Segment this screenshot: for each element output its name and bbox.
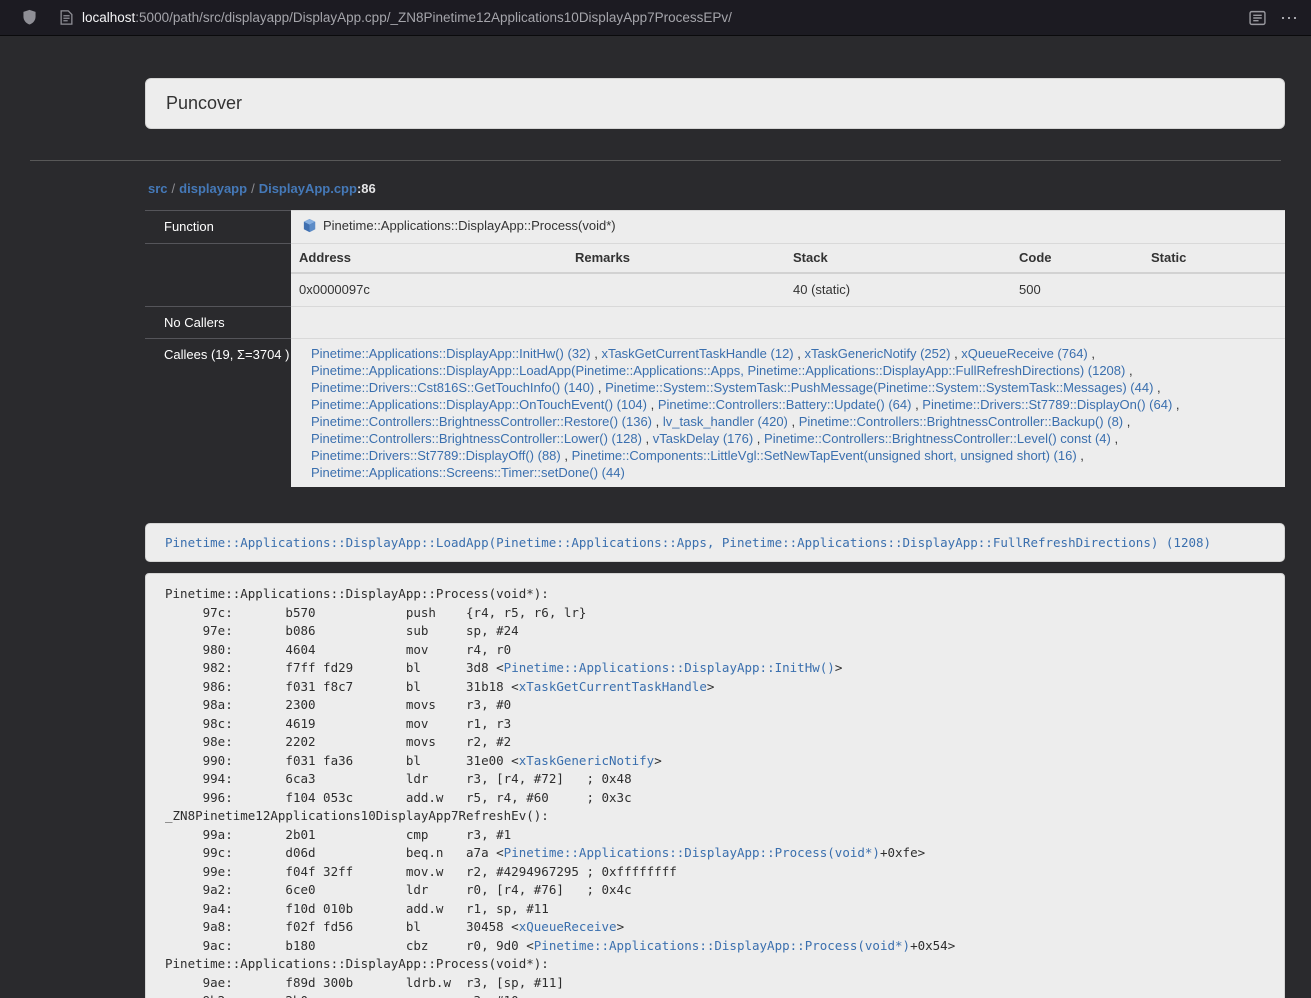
callee-link[interactable]: xQueueReceive (764) — [961, 346, 1087, 361]
callee-link[interactable]: Pinetime::Controllers::BrightnessControl… — [764, 431, 1111, 446]
row-label-callees: Callees (19, Σ=3704 ) — [145, 339, 291, 488]
callee-link[interactable]: Pinetime::Components::LittleVgl::SetNewT… — [572, 448, 1077, 463]
stats-value-row: 0x0000097c 40 (static) 500 — [291, 273, 1285, 306]
breadcrumb-separator: / — [168, 181, 180, 196]
stats-header-static: Static — [1143, 244, 1285, 273]
browser-toolbar: localhost:5000/path/src/displayapp/Displ… — [0, 0, 1311, 36]
page-title: Puncover — [166, 93, 242, 113]
selected-callee-panel: Pinetime::Applications::DisplayApp::Load… — [145, 523, 1285, 562]
row-label-stats — [145, 244, 291, 307]
disassembly-panel: Pinetime::Applications::DisplayApp::Proc… — [145, 573, 1285, 998]
callee-link[interactable]: Pinetime::Drivers::St7789::DisplayOn() (… — [922, 397, 1172, 412]
callee-link[interactable]: Pinetime::System::SystemTask::PushMessag… — [605, 380, 1153, 395]
url-path[interactable]: :5000/path/src/displayapp/DisplayApp.cpp… — [135, 10, 732, 25]
function-symbol-icon — [302, 218, 317, 237]
callee-link[interactable]: Pinetime::Applications::DisplayApp::Init… — [311, 346, 591, 361]
disassembly-symbol-link[interactable]: xTaskGenericNotify — [519, 753, 654, 768]
function-row: Function Pinetime::Applications::Display… — [145, 211, 1285, 244]
callee-link[interactable]: Pinetime::Applications::DisplayApp::OnTo… — [311, 397, 647, 412]
callees-row: Callees (19, Σ=3704 ) Pinetime::Applicat… — [145, 339, 1285, 488]
function-table: Function Pinetime::Applications::Display… — [145, 210, 1285, 487]
callee-link[interactable]: Pinetime::Controllers::BrightnessControl… — [311, 431, 642, 446]
breadcrumb-separator: / — [247, 181, 259, 196]
stats-value-stack: 40 (static) — [785, 273, 1011, 306]
callee-link[interactable]: lv_task_handler (420) — [663, 414, 788, 429]
stats-value-static — [1143, 273, 1285, 306]
function-symbol: Pinetime::Applications::DisplayApp::Proc… — [323, 218, 616, 233]
callee-link[interactable]: xTaskGenericNotify (252) — [805, 346, 951, 361]
stats-header-address: Address — [291, 244, 567, 273]
no-callers-cell — [291, 307, 1285, 339]
callee-link[interactable]: Pinetime::Drivers::Cst816S::GetTouchInfo… — [311, 380, 594, 395]
callee-link[interactable]: Pinetime::Applications::Screens::Timer::… — [311, 465, 625, 480]
screen: localhost:5000/path/src/displayapp/Displ… — [0, 0, 1311, 998]
function-symbol-cell: Pinetime::Applications::DisplayApp::Proc… — [291, 211, 1285, 244]
divider — [30, 160, 1281, 161]
stats-header-remarks: Remarks — [567, 244, 785, 273]
page-info-icon[interactable] — [60, 10, 73, 25]
disassembly-symbol-link[interactable]: Pinetime::Applications::DisplayApp::Proc… — [504, 845, 880, 860]
callee-link[interactable]: Pinetime::Controllers::BrightnessControl… — [799, 414, 1123, 429]
callee-link[interactable]: Pinetime::Controllers::BrightnessControl… — [311, 414, 652, 429]
breadcrumb-line-number: :86 — [357, 181, 376, 196]
breadcrumb-link-file[interactable]: DisplayApp.cpp — [259, 181, 357, 196]
callee-link[interactable]: Pinetime::Controllers::Battery::Update()… — [658, 397, 912, 412]
callee-link[interactable]: Pinetime::Drivers::St7789::DisplayOff() … — [311, 448, 561, 463]
callee-link[interactable]: xTaskGetCurrentTaskHandle (12) — [601, 346, 793, 361]
breadcrumb-link-displayapp[interactable]: displayapp — [179, 181, 247, 196]
stats-cell: Address Remarks Stack Code Static 0x0000… — [291, 244, 1285, 307]
selected-callee-link[interactable]: Pinetime::Applications::DisplayApp::Load… — [165, 535, 1211, 550]
breadcrumb: src/displayapp/DisplayApp.cpp:86 — [148, 181, 376, 196]
stats-value-address: 0x0000097c — [291, 273, 567, 306]
disassembly-symbol-link[interactable]: xQueueReceive — [519, 919, 617, 934]
callees-list: Pinetime::Applications::DisplayApp::Init… — [291, 339, 1285, 488]
row-label-no-callers: No Callers — [145, 307, 291, 339]
stats-header-stack: Stack — [785, 244, 1011, 273]
page-title-panel: Puncover — [145, 78, 1285, 129]
callee-link[interactable]: vTaskDelay (176) — [653, 431, 753, 446]
stats-row: Address Remarks Stack Code Static 0x0000… — [145, 244, 1285, 307]
stats-value-code: 500 — [1011, 273, 1143, 306]
no-callers-row: No Callers — [145, 307, 1285, 339]
disassembly-symbol-link[interactable]: xTaskGetCurrentTaskHandle — [519, 679, 707, 694]
row-label-function: Function — [145, 211, 291, 244]
disassembly-pre: Pinetime::Applications::DisplayApp::Proc… — [165, 585, 1265, 998]
symbol-stats-table: Address Remarks Stack Code Static 0x0000… — [291, 244, 1285, 306]
breadcrumb-link-src[interactable]: src — [148, 181, 168, 196]
url-host[interactable]: localhost — [82, 10, 135, 25]
callee-link[interactable]: Pinetime::Applications::DisplayApp::Load… — [311, 363, 1125, 378]
url-bar[interactable]: localhost:5000/path/src/displayapp/Displ… — [82, 10, 732, 25]
stats-value-remarks — [567, 273, 785, 306]
reader-view-icon[interactable] — [1249, 10, 1266, 26]
overflow-menu-icon[interactable]: ⋯ — [1280, 9, 1299, 27]
stats-header-code: Code — [1011, 244, 1143, 273]
shield-icon[interactable] — [21, 9, 38, 26]
disassembly-symbol-link[interactable]: Pinetime::Applications::DisplayApp::Proc… — [534, 938, 910, 953]
disassembly-symbol-link[interactable]: Pinetime::Applications::DisplayApp::Init… — [504, 660, 835, 675]
